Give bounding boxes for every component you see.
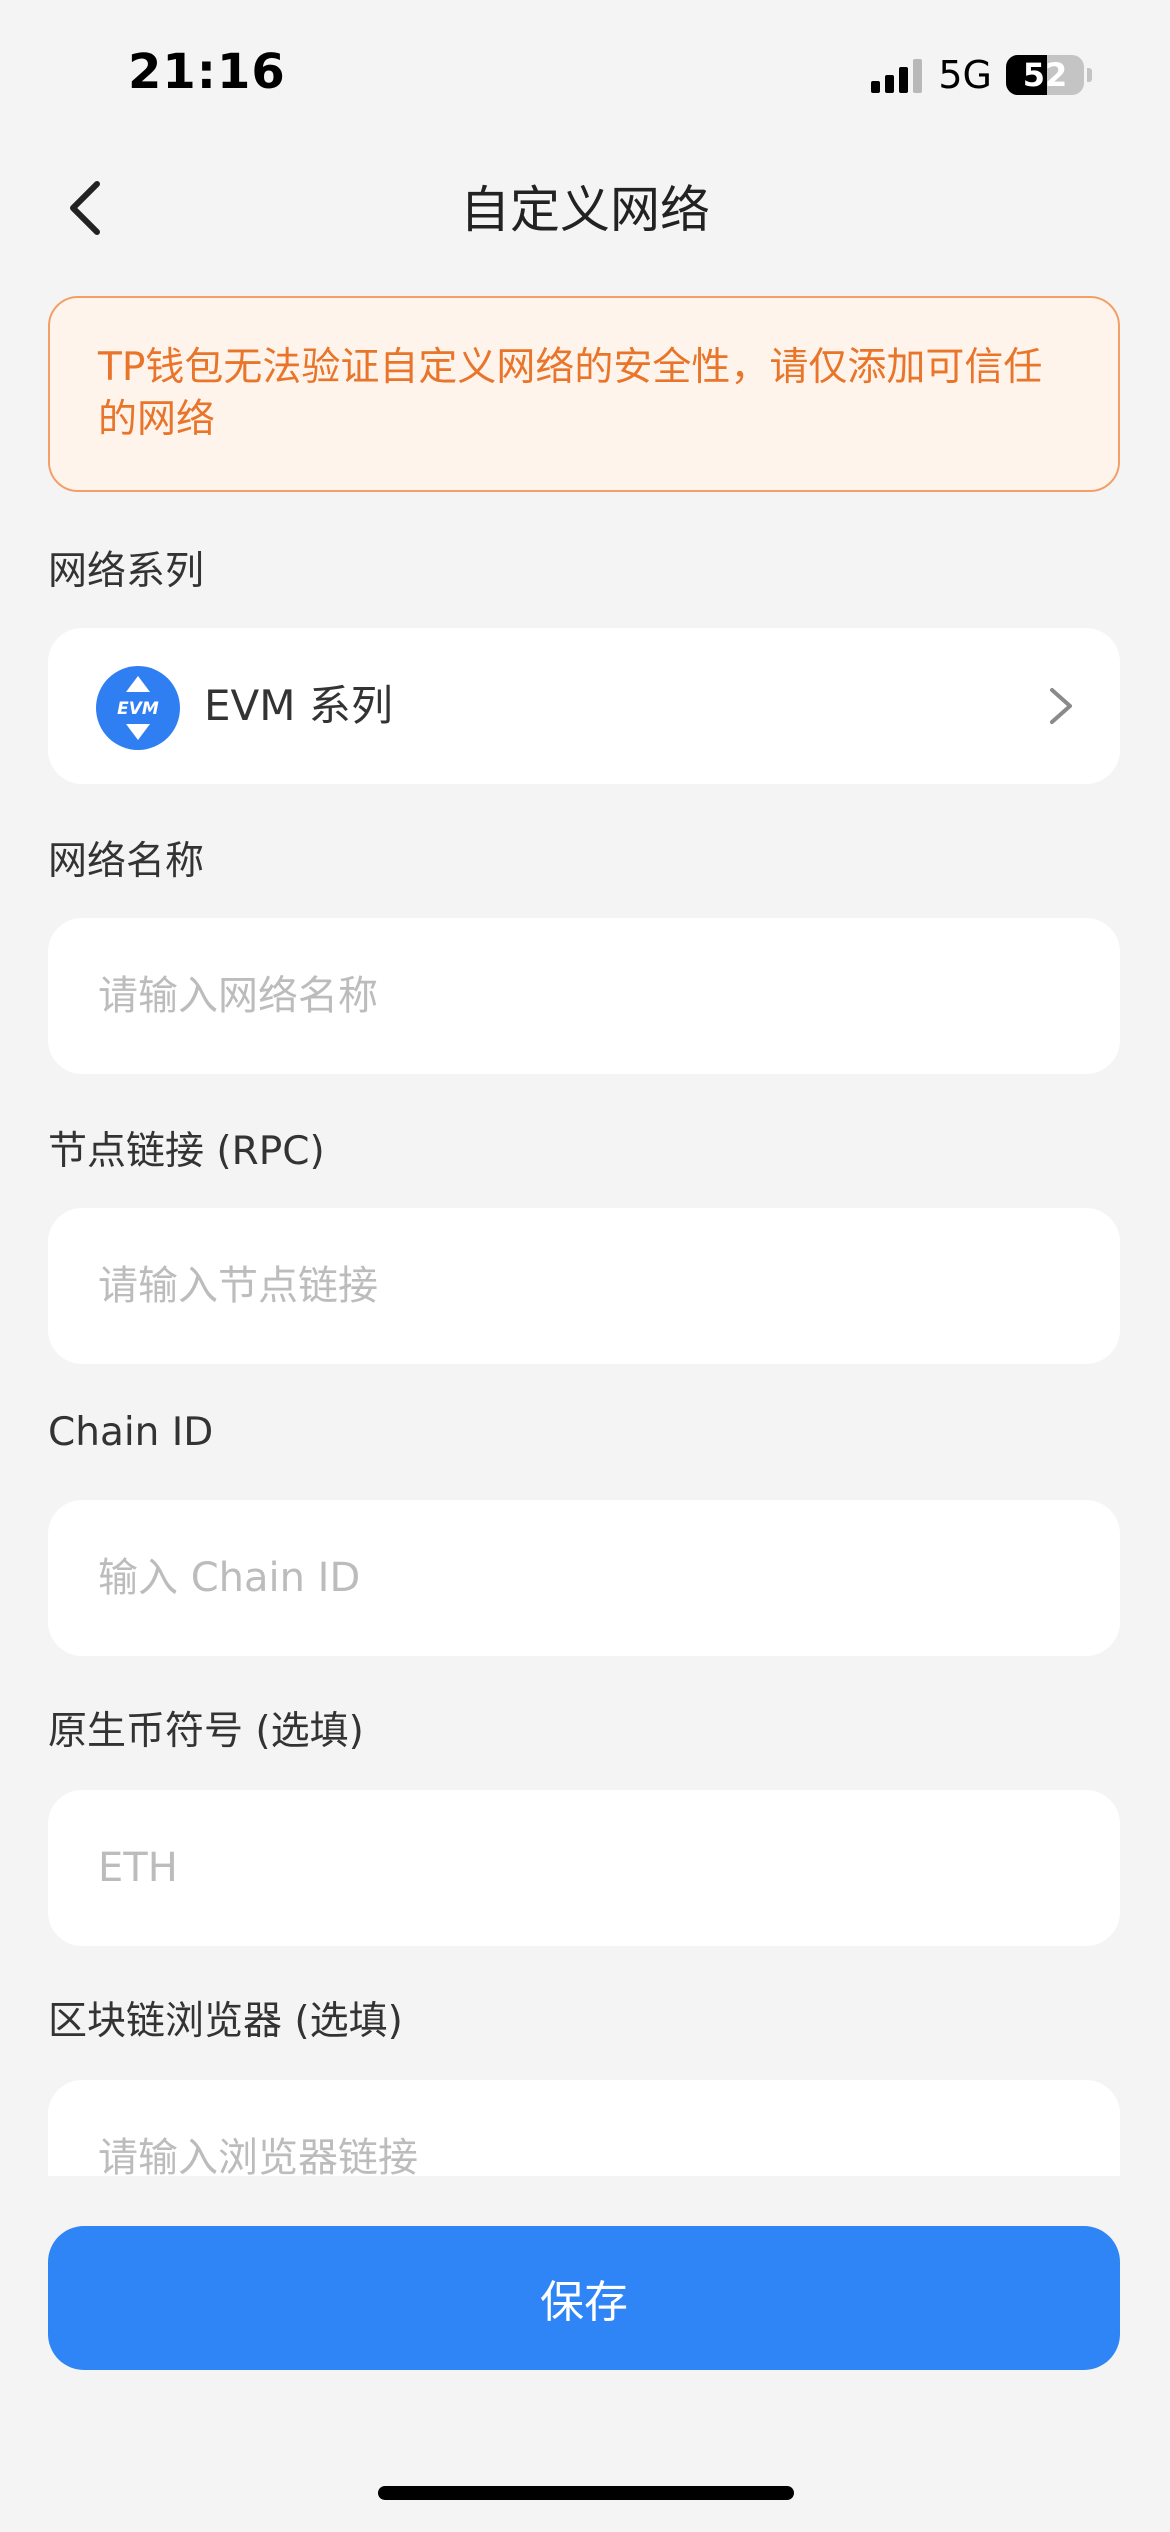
chevron-right-icon [1050,688,1072,724]
network-name-input[interactable] [98,918,1058,1074]
series-label: 网络系列 [48,549,205,594]
chain-id-label: Chain ID [48,1410,214,1455]
network-name-label: 网络名称 [48,839,205,884]
series-selector[interactable]: EVM EVM 系列 [48,628,1120,784]
evm-logo-icon: EVM [117,676,159,740]
home-indicator[interactable] [378,2486,794,2500]
explorer-label: 区块链浏览器 (选填) [48,1999,403,2044]
symbol-card [48,1790,1120,1946]
explorer-card [48,2080,1120,2176]
rpc-label: 节点链接 (RPC) [48,1129,325,1174]
rpc-input[interactable] [98,1208,1058,1364]
symbol-input[interactable] [98,1790,1058,1946]
chain-id-card [48,1500,1120,1656]
evm-icon: EVM [96,666,180,750]
network-name-card [48,918,1120,1074]
custom-network-screen: 21:16 5G 52 自定义网络 TP钱包无法验证自定义网络的安全性，请仅添加… [0,0,1170,2532]
series-value: EVM 系列 [204,681,393,730]
form-scroll-area[interactable]: 网络系列 EVM EVM 系列 网络名称 节点链接 (RPC) C [0,0,1170,2176]
chain-id-input[interactable] [98,1500,1058,1656]
symbol-label: 原生币符号 (选填) [48,1709,364,1754]
save-button[interactable]: 保存 [48,2226,1120,2370]
evm-badge-text: EVM [117,699,159,719]
rpc-card [48,1208,1120,1364]
explorer-input[interactable] [98,2080,1058,2176]
